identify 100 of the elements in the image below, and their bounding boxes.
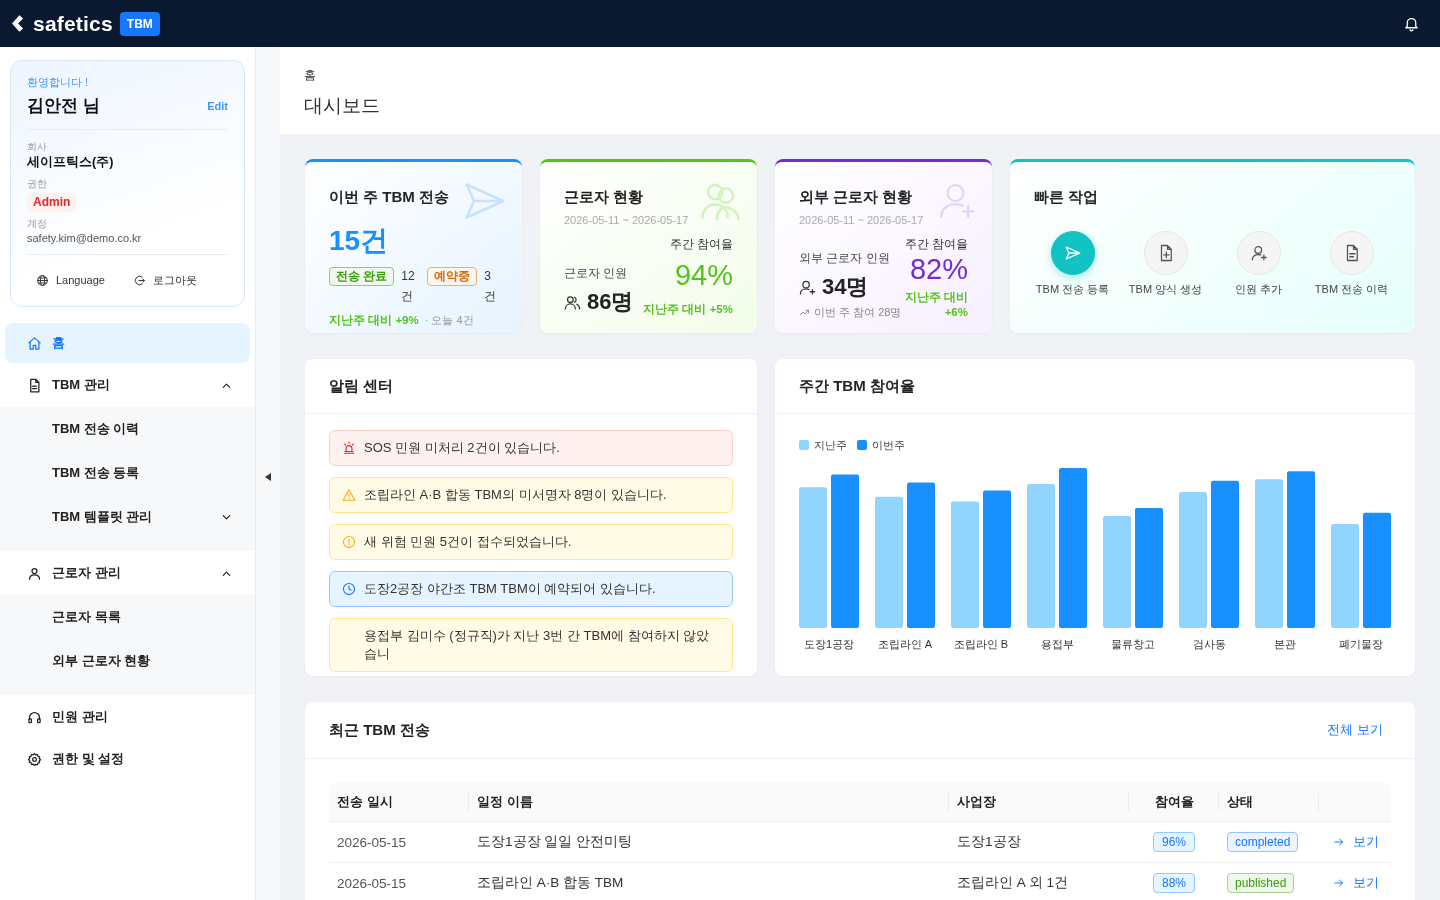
rate-label: 주간 참여율 — [669, 236, 733, 252]
category-label: 도장1공장 — [803, 638, 855, 650]
home-icon — [27, 335, 42, 351]
alert-item[interactable]: 도장2공장 야간조 TBM TBM이 예약되어 있습니다. — [329, 571, 733, 607]
role-tag: Admin — [27, 193, 77, 212]
nav-item[interactable]: TBM 관리 — [5, 365, 250, 405]
quick-action-button[interactable]: 인원 추가 — [1212, 231, 1305, 297]
view-link[interactable]: 보기 — [1333, 833, 1379, 851]
chevron-logo-icon — [12, 15, 25, 32]
nav-subitem[interactable]: TBM 전송 이력 — [0, 407, 255, 451]
view-all-link[interactable]: 전체 보기 — [1319, 721, 1391, 739]
alert-item[interactable]: 새 위험 민원 5건이 접수되었습니다. — [329, 524, 733, 560]
alert-item[interactable]: 용접부 김미수 (정규직)가 지난 3번 간 TBM에 참여하지 않았습니 — [329, 618, 733, 672]
tag-count: 12 건 — [401, 268, 416, 305]
table-cell: 도장1공장 — [949, 821, 1129, 863]
column-header: 상태 — [1219, 783, 1319, 822]
greeting-text: 환영합니다 ! — [27, 75, 90, 89]
card-title: 외부 근로자 현황 — [799, 187, 914, 207]
note-text: · 오늘 4건 — [424, 314, 474, 326]
field-label: 계정 — [27, 217, 48, 231]
product-badge: TBM — [119, 11, 160, 36]
rate-tag: 88% — [1153, 873, 1195, 893]
nav-subitem[interactable]: TBM 템플릿 관리 — [0, 495, 255, 539]
status-tag: completed — [1227, 832, 1299, 852]
column-header: 전송 일시 — [329, 783, 469, 822]
breadcrumb[interactable]: 홈 — [304, 66, 1416, 84]
view-link[interactable]: 보기 — [1333, 874, 1379, 892]
change-text: 지난주 대비 +6% — [904, 290, 968, 320]
column-header: 참여율 — [1129, 783, 1219, 822]
change-text: 지난주 대비 +9% — [329, 314, 419, 326]
field-label: 권한 — [27, 177, 48, 191]
panel-title: 알림 센터 — [329, 376, 394, 396]
card-title: 이번 주 TBM 전송 — [329, 187, 450, 207]
nav-item[interactable]: 근로자 관리 — [5, 553, 250, 593]
logout-icon — [132, 273, 146, 287]
gear-icon — [27, 751, 42, 767]
category-label: 검사동 — [1192, 638, 1226, 650]
siren-icon — [342, 441, 356, 455]
field-value: safety.kim@demo.co.kr — [27, 231, 143, 245]
count-label: 외부 근로자 인원 — [799, 250, 891, 266]
count-value: 86명 — [587, 288, 634, 316]
document-icon — [27, 377, 42, 393]
brand-name: safetics — [33, 11, 113, 36]
column-header: 사업장 — [949, 783, 1129, 822]
category-label: 본관 — [1274, 638, 1296, 650]
date-range: 2026-05-11 ~ 2026-05-17 — [799, 213, 925, 228]
page-title: 대시보드 — [304, 94, 381, 118]
arrow-right-icon — [1333, 877, 1345, 889]
count-label: 근로자 인원 — [564, 265, 629, 281]
tag-count: 3 건 — [484, 268, 498, 305]
rate-label: 주간 참여율 — [904, 236, 968, 252]
alert-item[interactable]: SOS 민원 미처리 2건이 있습니다. — [329, 430, 733, 466]
count-value: 34명 — [822, 273, 869, 301]
table-cell: 2026-05-15 — [329, 862, 469, 900]
language-button[interactable]: Language — [27, 269, 114, 291]
caret-left-icon[interactable] — [265, 472, 271, 481]
quick-action-button[interactable]: TBM 양식 생성 — [1119, 231, 1212, 297]
category-label: 물류창고 — [1111, 638, 1155, 650]
legend-label: 지난주 — [814, 438, 847, 452]
quick-action-button[interactable]: TBM 전송 등록 — [1026, 231, 1119, 297]
table-cell: 도장1공장 일일 안전미팅 — [469, 821, 949, 863]
table-cell: 2026-05-15 — [329, 821, 469, 863]
category-label: 조립라인 B — [953, 638, 1009, 650]
quick-action-button[interactable]: TBM 전송 이력 — [1305, 231, 1398, 297]
headset-icon — [27, 709, 42, 725]
nav-subitem[interactable]: TBM 전송 등록 — [0, 451, 255, 495]
legend-label: 이번주 — [872, 438, 905, 452]
card-title: 근로자 현황 — [564, 187, 645, 207]
nav-item[interactable]: 권한 및 설정 — [5, 739, 250, 779]
card-value: 15건 — [329, 224, 390, 258]
field-label: 회사 — [27, 140, 48, 154]
table-cell: 조립라인 A 외 1건 — [949, 862, 1129, 900]
status-tag: published — [1227, 873, 1295, 893]
change-text: 지난주 대비 +5% — [643, 302, 733, 317]
clock-icon — [342, 582, 356, 596]
rate-value: 94% — [674, 258, 733, 292]
alert-item[interactable]: 조립라인 A·B 합동 TBM의 미서명자 8명이 있습니다. — [329, 477, 733, 513]
logout-button[interactable]: 로그아웃 — [123, 269, 206, 291]
date-range: 2026-05-11 ~ 2026-05-17 — [564, 213, 690, 228]
globe-icon — [36, 273, 49, 287]
panel-title: 주간 TBM 참여율 — [799, 376, 915, 396]
bell-icon[interactable] — [1403, 15, 1420, 32]
category-label: 폐기물장 — [1339, 638, 1383, 650]
arrow-right-icon — [1333, 836, 1345, 848]
nav-item[interactable]: 민원 관리 — [5, 697, 250, 737]
card-title: 빠른 작업 — [1033, 187, 1100, 207]
nav-item[interactable]: 홈 — [5, 323, 250, 363]
rate-value: 82% — [909, 252, 968, 286]
warning-icon — [342, 488, 356, 502]
note-text: 이번 주 참여 28명 — [814, 305, 902, 320]
users-icon — [564, 293, 581, 311]
nav-subitem[interactable]: 근로자 목록 — [0, 595, 255, 639]
status-tag: 예약중 — [427, 267, 478, 286]
exclamation-circle-icon — [342, 535, 356, 549]
column-header: 일정 이름 — [469, 783, 949, 822]
category-label: 용접부 — [1040, 638, 1074, 650]
nav-subitem[interactable]: 외부 근로자 현황 — [0, 639, 255, 683]
category-label: 조립라인 A — [877, 638, 933, 650]
panel-title: 최근 TBM 전송 — [329, 720, 430, 740]
table-cell: 조립라인 A·B 합동 TBM — [469, 862, 949, 900]
